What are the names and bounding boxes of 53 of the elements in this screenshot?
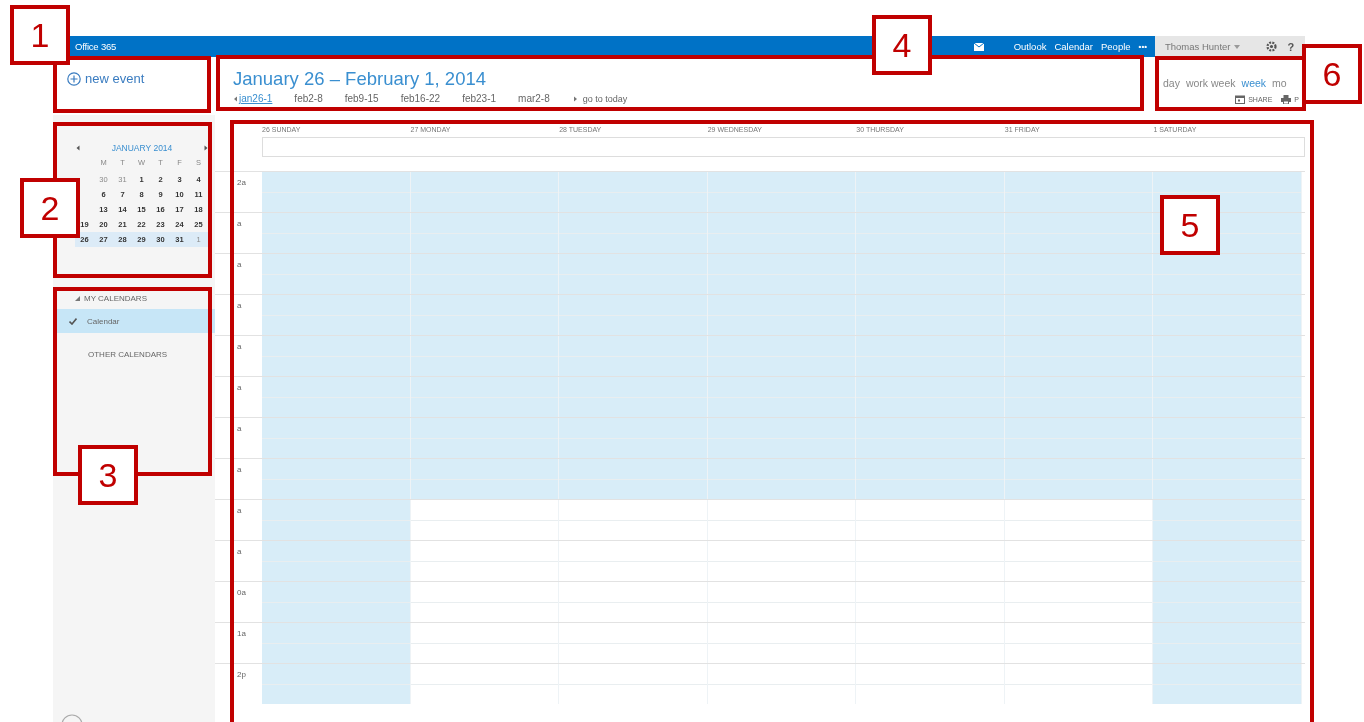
week-link[interactable]: feb9-15 bbox=[344, 93, 379, 104]
hour-label: 2a bbox=[236, 177, 247, 189]
view-tab[interactable]: work week bbox=[1185, 77, 1236, 89]
view-tab[interactable]: day bbox=[1163, 77, 1180, 89]
callout-tooltip: 5 bbox=[1160, 195, 1220, 255]
date-range-title: January 26 – February 1, 2014 bbox=[233, 67, 487, 91]
week-link[interactable]: mar2-8 bbox=[518, 93, 550, 104]
hour-label: a bbox=[236, 382, 243, 394]
user-name[interactable]: Thomas Hunter bbox=[1165, 41, 1231, 52]
hour-label: a bbox=[236, 464, 243, 476]
hour-label: 0a bbox=[236, 587, 247, 599]
product-name: Office 365 bbox=[75, 41, 117, 52]
nav-link[interactable]: Outlook bbox=[1013, 41, 1047, 52]
callout-tooltip: 4 bbox=[872, 15, 932, 75]
previous-icon bbox=[75, 145, 81, 151]
print-icon bbox=[1281, 95, 1292, 104]
hour-label: a bbox=[236, 546, 243, 558]
section-heading[interactable]: MY CALENDARS bbox=[84, 293, 147, 303]
hour-label: a bbox=[236, 505, 243, 517]
settings-icon bbox=[1266, 41, 1278, 52]
hour-label: a bbox=[236, 300, 243, 312]
hour-label: 2p bbox=[236, 669, 247, 681]
section-heading[interactable]: OTHER CALENDARS bbox=[53, 350, 215, 359]
expand-icon bbox=[75, 295, 80, 301]
nav-link[interactable]: Calendar bbox=[1054, 41, 1093, 52]
hour-label: a bbox=[236, 218, 243, 230]
next-icon bbox=[203, 145, 209, 151]
week-link[interactable]: feb2-8 bbox=[294, 93, 323, 104]
hour-label: a bbox=[236, 259, 243, 271]
mail-icon bbox=[973, 42, 984, 51]
hour-label: a bbox=[236, 341, 243, 353]
go-to-today-link[interactable]: go to today bbox=[582, 93, 628, 104]
new-event-button[interactable]: new event bbox=[67, 71, 145, 86]
plus-circle-icon bbox=[67, 71, 81, 86]
previous-icon bbox=[233, 95, 239, 102]
more-button[interactable]: ••• bbox=[1138, 42, 1147, 51]
callout-tooltip: 3 bbox=[78, 445, 138, 505]
callout-tooltip: 1 bbox=[10, 5, 70, 65]
all-day-row[interactable] bbox=[262, 137, 1305, 157]
hour-label: 1a bbox=[236, 628, 247, 640]
callout-tooltip: 2 bbox=[20, 178, 80, 238]
week-link[interactable]: feb16-22 bbox=[400, 93, 441, 104]
caret-icon bbox=[1234, 44, 1241, 49]
view-tab[interactable]: mo bbox=[1272, 77, 1287, 89]
week-link[interactable]: feb23-1 bbox=[462, 93, 497, 104]
help-button[interactable]: ? bbox=[1287, 40, 1295, 53]
view-tab[interactable]: week bbox=[1241, 77, 1267, 89]
week-link[interactable]: jan26-1 bbox=[239, 93, 273, 104]
hour-label: a bbox=[236, 423, 243, 435]
next-icon bbox=[571, 95, 578, 102]
callout-tooltip: 6 bbox=[1302, 44, 1362, 104]
nav-link[interactable]: People bbox=[1101, 41, 1131, 52]
calendar-icon bbox=[1235, 95, 1246, 104]
